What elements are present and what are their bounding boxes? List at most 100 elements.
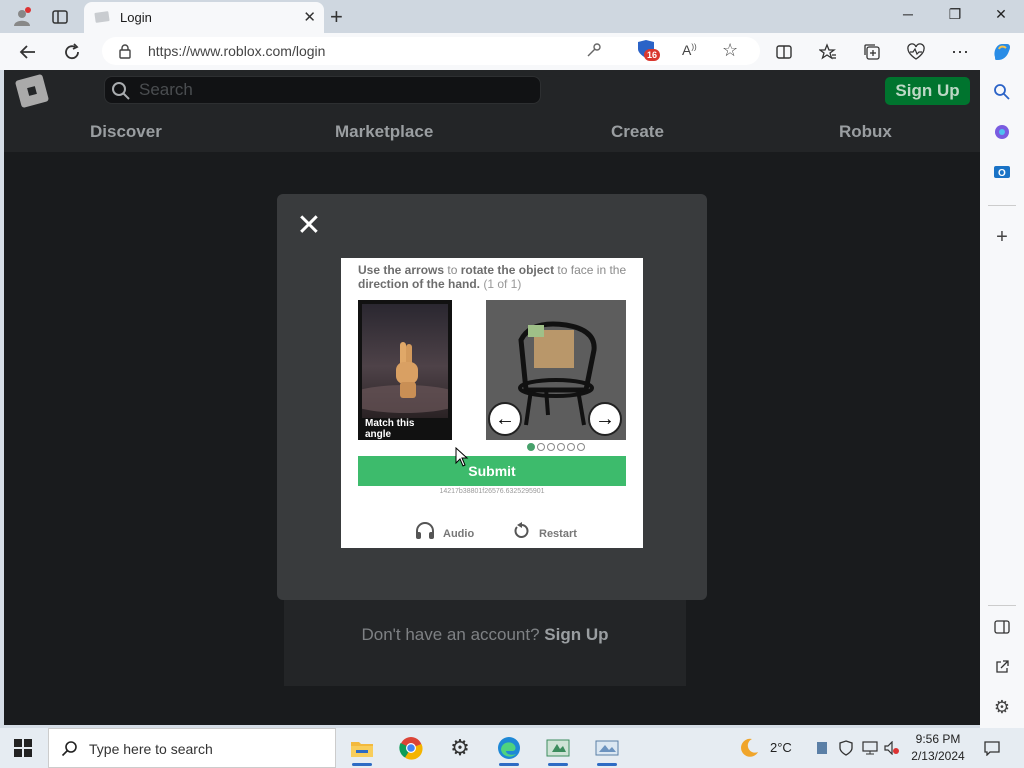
close-icon[interactable]: ✕ (295, 211, 323, 241)
chrome-icon[interactable] (391, 732, 431, 764)
address-field[interactable]: https://www.roblox.com/login 16 A)) ☆ (102, 37, 760, 65)
tab-login[interactable]: Login ✕ (84, 2, 324, 33)
copilot-app-icon[interactable] (990, 120, 1014, 144)
profile-icon[interactable] (11, 6, 33, 28)
instr-counter: (1 of 1) (480, 277, 522, 291)
restart-button[interactable]: Restart (513, 522, 577, 545)
clock-date[interactable]: 2/13/2024 (906, 749, 970, 763)
rotate-left-button[interactable]: ← (488, 402, 522, 436)
page-favicon-icon (94, 10, 110, 24)
rotate-right-button[interactable]: → (588, 402, 622, 436)
captcha-panel: Use the arrows to rotate the object to f… (341, 258, 643, 548)
volume-muted-icon[interactable] (884, 740, 900, 756)
hide-sidebar-icon[interactable] (990, 615, 1014, 639)
restore-icon[interactable]: ❐ (940, 6, 970, 28)
favorites-icon[interactable] (816, 40, 840, 64)
lock-icon[interactable] (118, 44, 132, 64)
edge-browser-icon[interactable] (489, 732, 529, 766)
nav-marketplace[interactable]: Marketplace (335, 122, 433, 142)
progress-dot (567, 443, 575, 451)
roblox-header: Search Sign Up Discover Marketplace Crea… (4, 70, 980, 152)
hand-reference-image (362, 304, 448, 418)
instr-emph-3: direction of the hand. (358, 277, 480, 291)
add-sidebar-app-icon[interactable]: + (990, 225, 1014, 249)
taskbar-search-input[interactable]: Type here to search (48, 728, 336, 768)
minimize-icon[interactable]: ─ (893, 6, 923, 28)
split-screen-icon[interactable] (772, 40, 796, 64)
signup-prompt-card: Don't have an account? Sign Up (284, 600, 686, 686)
rotatable-object-image: ← → (486, 300, 626, 440)
search-icon (61, 740, 79, 763)
search-icon[interactable] (990, 80, 1014, 104)
search-placeholder: Search (139, 80, 193, 99)
audio-button[interactable]: Audio (415, 522, 474, 545)
progress-dot (547, 443, 555, 451)
search-icon (111, 81, 131, 106)
settings-gear-icon[interactable]: ⚙ (990, 695, 1014, 719)
headphones-icon (415, 522, 435, 545)
outlook-icon[interactable]: O (990, 160, 1014, 184)
submit-button[interactable]: Submit (358, 456, 626, 486)
app-window-icon-2[interactable] (587, 732, 627, 766)
new-tab-icon[interactable]: + (330, 4, 343, 30)
progress-dot (527, 443, 535, 451)
refresh-icon[interactable] (60, 40, 84, 64)
nav-create[interactable]: Create (611, 122, 664, 142)
browser-toolbar: https://www.roblox.com/login 16 A)) ☆ ⋯ (0, 33, 1024, 70)
notifications-icon[interactable] (984, 740, 1000, 756)
restart-icon (513, 522, 531, 545)
browser-essentials-icon[interactable] (904, 40, 928, 64)
more-options-icon[interactable]: ⋯ (948, 40, 972, 64)
sidebar-divider (988, 605, 1016, 606)
app-window-icon-1[interactable] (538, 732, 578, 766)
roblox-page: Search Sign Up Discover Marketplace Crea… (4, 70, 980, 725)
instr-emph-1: Use the arrows (358, 263, 445, 277)
clock-time[interactable]: 9:56 PM (910, 732, 966, 746)
session-id: 14217b38801f26576.6325295901 (439, 488, 545, 495)
instr-text-2: to face in the (554, 263, 627, 277)
security-shield-icon[interactable] (838, 740, 854, 756)
weather-moon-icon[interactable] (738, 737, 760, 764)
signup-button[interactable]: Sign Up (885, 77, 970, 105)
back-icon[interactable] (16, 40, 40, 64)
settings-app-icon[interactable]: ⚙ (440, 732, 480, 764)
signup-link[interactable]: Sign Up (544, 625, 608, 644)
network-icon[interactable] (862, 740, 878, 756)
collections-icon[interactable] (860, 40, 884, 64)
reference-image-frame: Match this angle (358, 300, 452, 440)
nav-robux[interactable]: Robux (839, 122, 892, 142)
extension-badge: 16 (644, 49, 661, 61)
open-external-icon[interactable] (990, 655, 1014, 679)
tray-app-icon[interactable] (814, 740, 830, 756)
roblox-search-input[interactable]: Search (104, 76, 541, 104)
instr-text-1: to (444, 263, 461, 277)
progress-dot (537, 443, 545, 451)
browser-titlebar: Login ✕ + ─ ❐ ✕ (0, 0, 1024, 33)
captcha-instructions: Use the arrows to rotate the object to f… (358, 263, 628, 291)
roblox-logo-icon[interactable] (14, 73, 50, 109)
windows-start-icon[interactable] (14, 739, 32, 762)
audio-label: Audio (443, 527, 475, 540)
tab-actions-icon[interactable] (49, 6, 71, 28)
restart-label: Restart (539, 527, 577, 540)
file-explorer-icon[interactable] (342, 732, 382, 766)
nav-discover[interactable]: Discover (90, 122, 162, 142)
password-key-icon[interactable] (586, 42, 602, 63)
mouse-cursor-icon (455, 446, 469, 467)
signup-prompt: Don't have an account? Sign Up (284, 625, 686, 645)
reference-caption: Match this angle (365, 418, 415, 440)
copilot-icon[interactable] (990, 40, 1014, 64)
tab-title: Login (120, 10, 152, 25)
instr-emph-2: rotate the object (460, 263, 555, 277)
favorite-star-icon[interactable]: ☆ (722, 40, 738, 61)
close-window-icon[interactable]: ✕ (986, 6, 1016, 28)
read-aloud-icon[interactable]: A)) (682, 42, 697, 58)
weather-temperature[interactable]: 2°C (770, 740, 792, 755)
extension-shield-icon[interactable]: 16 (634, 39, 661, 63)
progress-dot (577, 443, 585, 451)
edge-sidebar: O + ⚙ (980, 70, 1024, 728)
tab-close-icon[interactable]: ✕ (303, 8, 316, 26)
taskbar-search-placeholder: Type here to search (89, 741, 213, 757)
progress-dots (527, 443, 585, 451)
windows-taskbar: Type here to search ⚙ 2°C 9:56 PM 2/13/2… (0, 728, 1024, 768)
